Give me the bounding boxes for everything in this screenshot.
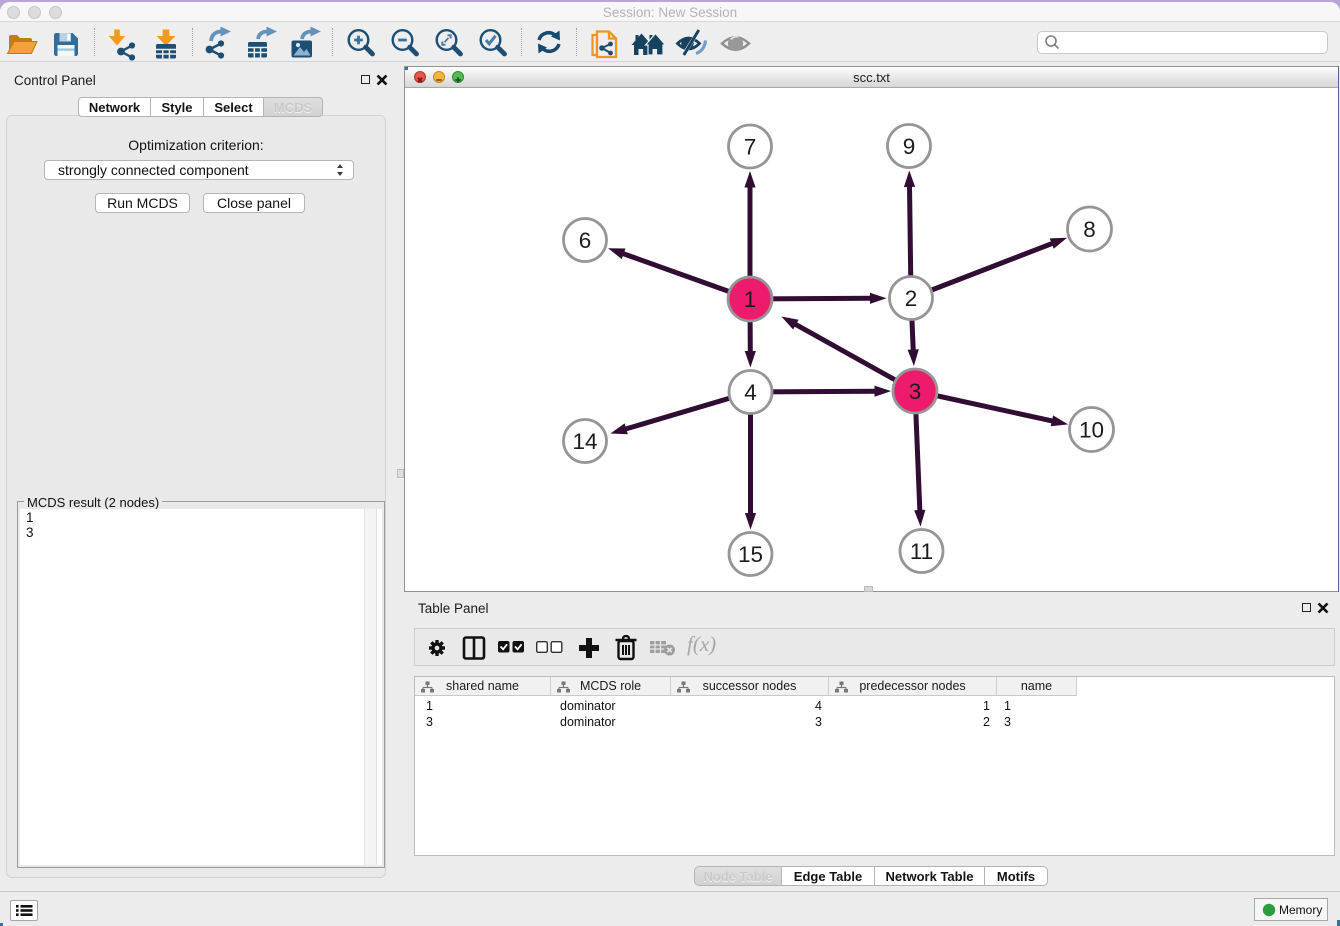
- svg-text:11: 11: [910, 539, 933, 564]
- svg-text:7: 7: [744, 135, 757, 160]
- svg-text:9: 9: [903, 134, 916, 159]
- svg-text:1: 1: [744, 287, 757, 312]
- svg-text:8: 8: [1083, 217, 1096, 242]
- svg-text:2: 2: [905, 286, 918, 311]
- svg-text:3: 3: [909, 379, 922, 404]
- svg-text:6: 6: [579, 228, 592, 253]
- svg-text:10: 10: [1079, 418, 1104, 443]
- svg-text:14: 14: [572, 429, 597, 454]
- svg-text:15: 15: [738, 542, 763, 567]
- svg-text:4: 4: [744, 380, 757, 405]
